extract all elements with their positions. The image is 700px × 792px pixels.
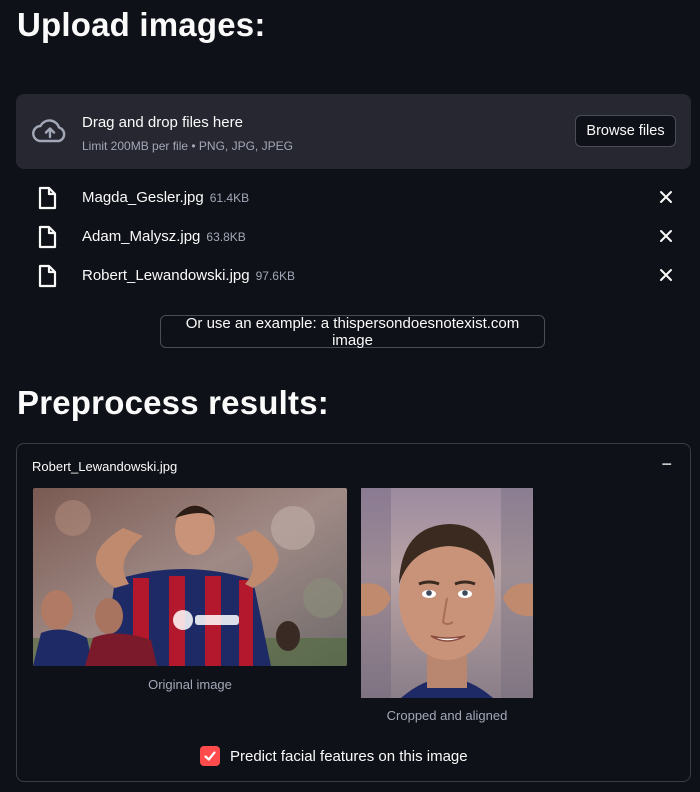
collapse-icon[interactable]: − (661, 454, 672, 475)
file-name: Robert_Lewandowski.jpg 97.6KB (82, 267, 295, 284)
dropzone-title: Drag and drop files here (82, 114, 243, 131)
checkmark-icon (204, 751, 216, 761)
file-size: 97.6KB (255, 269, 295, 283)
file-name: Adam_Malysz.jpg 63.8KB (82, 228, 246, 245)
cropped-image-caption: Cropped and aligned (386, 708, 508, 723)
remove-file-close-icon[interactable] (658, 267, 674, 288)
uploaded-file-item: Adam_Malysz.jpg 63.8KB (36, 222, 686, 252)
expander-title[interactable]: Robert_Lewandowski.jpg (32, 459, 177, 474)
cropped-aligned-image (361, 488, 533, 698)
use-example-button[interactable]: Or use an example: a thispersondoesnotex… (160, 315, 545, 349)
file-name: Magda_Gesler.jpg 61.4KB (82, 189, 250, 206)
file-size: 61.4KB (209, 191, 250, 205)
result-expander: Robert_Lewandowski.jpg − Original image … (16, 443, 691, 782)
file-size: 63.8KB (206, 230, 246, 244)
predict-features-checkbox[interactable] (200, 746, 220, 766)
file-icon (36, 186, 58, 215)
uploaded-file-item: Robert_Lewandowski.jpg 97.6KB (36, 261, 686, 291)
file-icon (36, 225, 58, 254)
upload-images-heading: Upload images: (17, 6, 266, 43)
original-image (33, 488, 347, 666)
remove-file-close-icon[interactable] (658, 189, 674, 210)
predict-features-label[interactable]: Predict facial features on this image (230, 748, 468, 765)
browse-files-button[interactable]: Browse files (575, 115, 676, 147)
uploaded-file-item: Magda_Gesler.jpg 61.4KB (36, 183, 686, 213)
file-dropzone[interactable]: Drag and drop files here Limit 200MB per… (16, 94, 691, 169)
predict-features-checkbox-row[interactable]: Predict facial features on this image (200, 744, 468, 768)
original-image-caption: Original image (148, 677, 232, 692)
preprocess-results-heading: Preprocess results: (17, 384, 329, 421)
file-icon (36, 264, 58, 293)
remove-file-close-icon[interactable] (658, 228, 674, 249)
dropzone-limit-text: Limit 200MB per file • PNG, JPG, JPEG (82, 139, 293, 153)
cloud-upload-icon (32, 118, 68, 149)
